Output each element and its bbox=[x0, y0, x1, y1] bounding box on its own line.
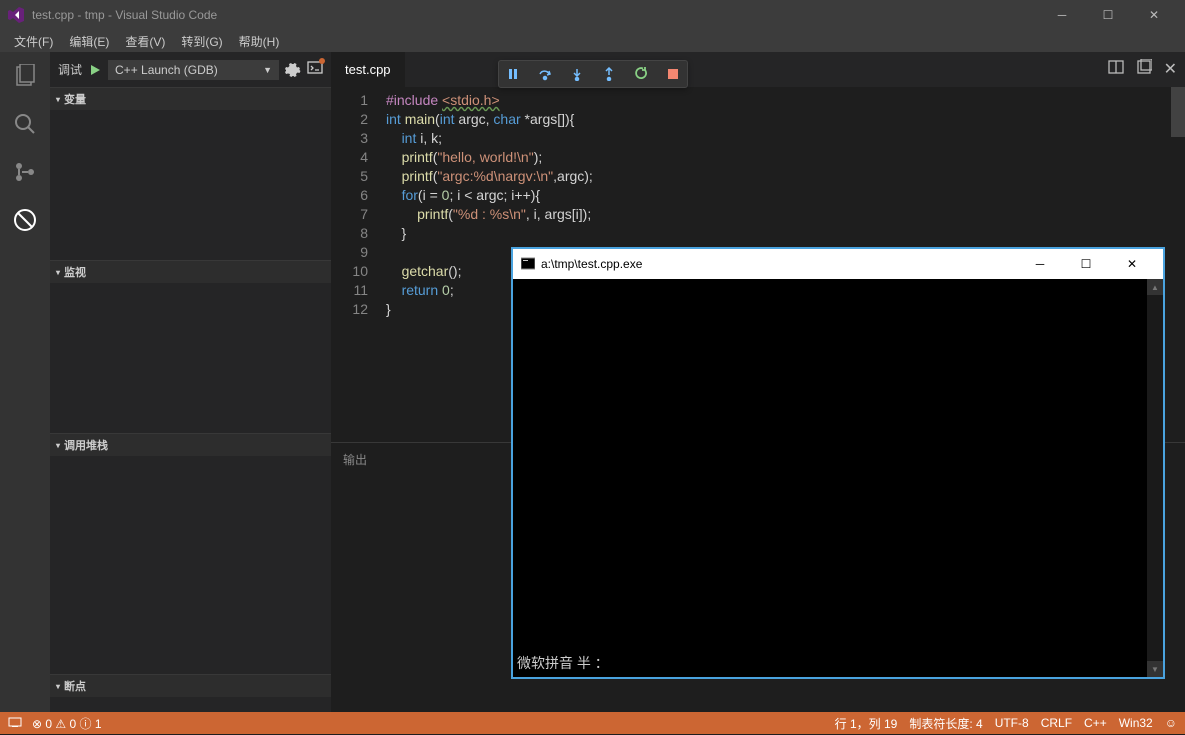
debug-icon[interactable] bbox=[11, 206, 39, 234]
callstack-section: ▾ 调用堆栈 bbox=[50, 433, 331, 674]
close-button[interactable]: ✕ bbox=[1131, 0, 1177, 30]
scroll-up-icon[interactable]: ▲ bbox=[1147, 279, 1163, 295]
stop-icon[interactable] bbox=[665, 66, 681, 82]
feedback-icon[interactable]: ☺ bbox=[1165, 716, 1177, 730]
chevron-down-icon: ▼ bbox=[263, 65, 272, 75]
console-minimize[interactable]: ─ bbox=[1017, 249, 1063, 279]
tab-label: test.cpp bbox=[345, 62, 391, 77]
console-body[interactable]: ▲ ▼ 微软拼音 半 ： bbox=[513, 279, 1163, 677]
source-control-icon[interactable] bbox=[11, 158, 39, 186]
activity-bar bbox=[0, 52, 50, 712]
callstack-body bbox=[50, 456, 331, 674]
console-scrollbar[interactable]: ▲ ▼ bbox=[1147, 279, 1163, 677]
menu-help[interactable]: 帮助(H) bbox=[231, 33, 288, 50]
menu-file[interactable]: 文件(F) bbox=[6, 33, 61, 50]
search-icon[interactable] bbox=[11, 110, 39, 138]
menu-view[interactable]: 查看(V) bbox=[117, 33, 173, 50]
title-bar: test.cpp - tmp - Visual Studio Code ─ ☐ … bbox=[0, 0, 1185, 30]
chevron-down-icon: ▾ bbox=[56, 95, 60, 104]
step-into-icon[interactable] bbox=[569, 66, 585, 82]
breakpoints-section: ▾ 断点 bbox=[50, 674, 331, 697]
explorer-icon[interactable] bbox=[11, 62, 39, 90]
console-title: a:\tmp\test.cpp.exe bbox=[541, 257, 642, 271]
ime-status: 微软拼音 半 ： bbox=[517, 653, 609, 673]
status-encoding[interactable]: UTF-8 bbox=[995, 716, 1029, 730]
scroll-down-icon[interactable]: ▼ bbox=[1147, 661, 1163, 677]
step-out-icon[interactable] bbox=[601, 66, 617, 82]
console-close[interactable]: ✕ bbox=[1109, 249, 1155, 279]
debug-config-dropdown[interactable]: C++ Launch (GDB) ▼ bbox=[108, 60, 279, 80]
console-window[interactable]: a:\tmp\test.cpp.exe ─ ☐ ✕ ▲ ▼ 微软拼音 半 ： bbox=[512, 248, 1164, 678]
console-maximize[interactable]: ☐ bbox=[1063, 249, 1109, 279]
chevron-down-icon: ▾ bbox=[56, 441, 60, 450]
watch-header[interactable]: ▾ 监视 bbox=[50, 261, 331, 283]
minimize-button[interactable]: ─ bbox=[1039, 0, 1085, 30]
tab-test-cpp[interactable]: test.cpp bbox=[331, 52, 406, 87]
status-problems[interactable]: ⊗ 0 ⚠ 0 ⓘ 1 bbox=[32, 715, 102, 732]
maximize-button[interactable]: ☐ bbox=[1085, 0, 1131, 30]
watch-label: 监视 bbox=[64, 264, 86, 280]
vs-logo-icon bbox=[8, 7, 24, 23]
breakpoints-header[interactable]: ▾ 断点 bbox=[50, 675, 331, 697]
variables-body bbox=[50, 110, 331, 260]
menu-goto[interactable]: 转到(G) bbox=[173, 33, 230, 50]
watch-body bbox=[50, 283, 331, 433]
sidebar-header: 调试 C++ Launch (GDB) ▼ bbox=[50, 52, 331, 87]
console-icon bbox=[521, 257, 535, 271]
menu-bar: 文件(F) 编辑(E) 查看(V) 转到(G) 帮助(H) bbox=[0, 30, 1185, 52]
console-titlebar[interactable]: a:\tmp\test.cpp.exe ─ ☐ ✕ bbox=[513, 249, 1163, 279]
restart-icon[interactable] bbox=[633, 66, 649, 82]
output-label: 输出 bbox=[343, 453, 367, 467]
status-position[interactable]: 行 1，列 19 bbox=[835, 715, 898, 732]
breakpoints-label: 断点 bbox=[64, 678, 86, 694]
console-controls: ─ ☐ ✕ bbox=[1017, 249, 1155, 279]
debug-sidebar: 调试 C++ Launch (GDB) ▼ ▾ 变量 ▾ 监视 ▾ 调用堆栈 ▾ 断点 bbox=[50, 52, 331, 712]
status-tabsize[interactable]: 制表符长度: 4 bbox=[909, 715, 982, 732]
editor-actions: ✕ bbox=[1108, 59, 1185, 80]
pause-icon[interactable] bbox=[505, 66, 521, 82]
status-target[interactable]: Win32 bbox=[1119, 716, 1153, 730]
window-title: test.cpp - tmp - Visual Studio Code bbox=[32, 8, 217, 22]
variables-label: 变量 bbox=[64, 91, 86, 107]
sidebar-title: 调试 bbox=[58, 61, 82, 78]
start-debug-icon[interactable] bbox=[88, 63, 102, 77]
remote-icon[interactable] bbox=[8, 715, 22, 732]
more-icon[interactable] bbox=[1136, 59, 1152, 80]
tab-row: test.cpp ✕ bbox=[331, 52, 1185, 87]
callstack-label: 调用堆栈 bbox=[64, 437, 108, 453]
chevron-down-icon: ▾ bbox=[56, 682, 60, 691]
window-controls: ─ ☐ ✕ bbox=[1039, 0, 1177, 30]
callstack-header[interactable]: ▾ 调用堆栈 bbox=[50, 434, 331, 456]
status-lang[interactable]: C++ bbox=[1084, 716, 1107, 730]
variables-section: ▾ 变量 bbox=[50, 87, 331, 260]
split-editor-icon[interactable] bbox=[1108, 59, 1124, 80]
debug-config-label: C++ Launch (GDB) bbox=[115, 63, 218, 77]
editor-scrollbar[interactable] bbox=[1171, 87, 1185, 417]
variables-header[interactable]: ▾ 变量 bbox=[50, 88, 331, 110]
step-over-icon[interactable] bbox=[537, 66, 553, 82]
debug-toolbar[interactable] bbox=[498, 60, 688, 88]
menu-edit[interactable]: 编辑(E) bbox=[61, 33, 117, 50]
line-gutter: 123456789101112 bbox=[331, 87, 386, 442]
scrollbar-thumb[interactable] bbox=[1171, 87, 1185, 137]
gear-icon[interactable] bbox=[285, 62, 301, 78]
status-bar: ⊗ 0 ⚠ 0 ⓘ 1 行 1，列 19 制表符长度: 4 UTF-8 CRLF… bbox=[0, 712, 1185, 734]
status-eol[interactable]: CRLF bbox=[1041, 716, 1072, 730]
chevron-down-icon: ▾ bbox=[56, 268, 60, 277]
close-all-icon[interactable]: ✕ bbox=[1164, 59, 1177, 80]
debug-console-icon[interactable] bbox=[307, 60, 323, 79]
watch-section: ▾ 监视 bbox=[50, 260, 331, 433]
